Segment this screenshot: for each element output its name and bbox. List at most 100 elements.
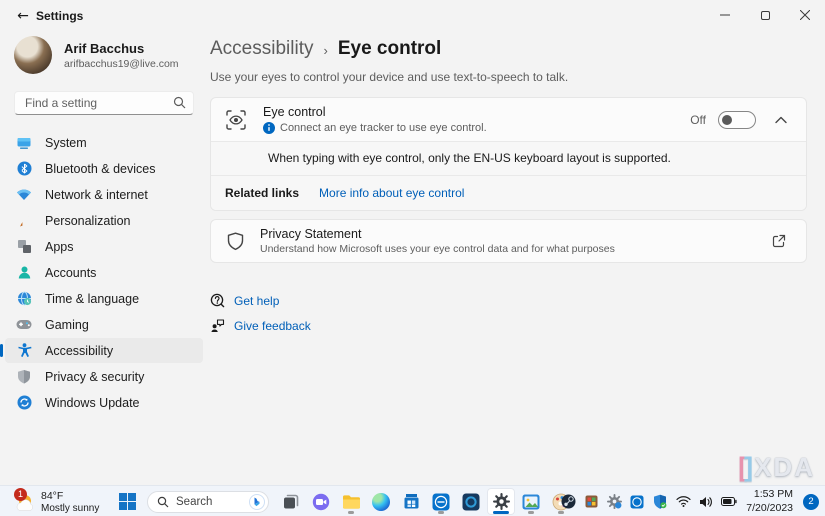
wifi-icon[interactable] <box>675 494 691 510</box>
sidebar-item-personalization[interactable]: Personalization <box>5 208 203 233</box>
get-help-link[interactable]: Get help <box>210 293 279 308</box>
keyboard-note: When typing with eye control, only the E… <box>211 141 806 175</box>
back-icon: ← <box>17 8 29 24</box>
sidebar-item-gaming[interactable]: Gaming <box>5 312 203 337</box>
chat-button[interactable] <box>307 488 335 515</box>
date: 7/20/2023 <box>746 502 793 515</box>
selected-indicator <box>0 344 3 357</box>
edge-button[interactable] <box>367 488 395 515</box>
microsoft-store-icon <box>403 493 420 510</box>
toggle-state-label: Off <box>690 113 706 127</box>
minimize-button[interactable] <box>705 0 745 30</box>
weather-icon: 1 <box>13 491 35 513</box>
sidebar-item-bluetooth[interactable]: Bluetooth & devices <box>5 156 203 181</box>
weather-condition: Mostly sunny <box>41 503 99 514</box>
maximize-button[interactable] <box>745 0 785 30</box>
dell-display-manager-icon <box>462 493 480 511</box>
screenshot-app-button[interactable] <box>517 488 545 515</box>
sidebar-item-network[interactable]: Network & internet <box>5 182 203 207</box>
edge-icon <box>372 493 390 511</box>
system-icon <box>16 135 32 151</box>
file-explorer-icon <box>342 494 361 510</box>
running-indicator <box>348 511 354 514</box>
sidebar-item-label: Accessibility <box>45 344 113 358</box>
task-view-button[interactable] <box>277 488 305 515</box>
sidebar-item-label: Personalization <box>45 214 130 228</box>
weather-widget[interactable]: 1 84°F Mostly sunny <box>7 488 105 515</box>
close-button[interactable] <box>785 0 825 30</box>
sidebar-item-label: Bluetooth & devices <box>45 162 156 176</box>
give-feedback-link[interactable]: Give feedback <box>210 318 311 333</box>
sidebar-item-label: Accounts <box>45 266 96 280</box>
search-input[interactable] <box>14 91 194 115</box>
eye-control-title: Eye control <box>263 105 487 119</box>
info-icon <box>263 122 275 134</box>
eye-control-icon <box>225 109 247 131</box>
time-language-icon <box>16 291 32 307</box>
main-content: Accessibility › Eye control Use your eye… <box>208 32 825 485</box>
dell-app-button[interactable] <box>427 488 455 515</box>
screenshot-app-icon <box>522 494 540 510</box>
microsoft-store-button[interactable] <box>397 488 425 515</box>
collapse-button[interactable] <box>768 107 794 133</box>
sidebar-item-privacy-security[interactable]: Privacy & security <box>5 364 203 389</box>
sidebar: Arif Bacchus arifbacchus19@live.com Syst… <box>0 32 208 485</box>
sidebar-item-label: Network & internet <box>45 188 148 202</box>
sidebar-item-apps[interactable]: Apps <box>5 234 203 259</box>
give-feedback-label: Give feedback <box>234 319 311 333</box>
eye-control-info: Connect an eye tracker to use eye contro… <box>280 122 487 134</box>
breadcrumb-separator: › <box>323 43 327 58</box>
related-links-row: Related links More info about eye contro… <box>211 175 806 210</box>
chat-icon <box>312 493 330 511</box>
apps-icon <box>16 239 32 255</box>
search-icon <box>173 96 186 109</box>
taskbar-search[interactable]: Search <box>147 491 269 513</box>
settings-gear-icon <box>493 493 510 510</box>
back-button[interactable]: ← <box>10 4 36 28</box>
bluetooth-icon <box>16 161 32 177</box>
sidebar-item-accounts[interactable]: Accounts <box>5 260 203 285</box>
toggle-knob <box>722 115 732 125</box>
eye-control-header: Eye control Connect an eye tracker to us… <box>211 98 806 141</box>
privacy-statement-card[interactable]: Privacy Statement Understand how Microso… <box>210 219 807 263</box>
breadcrumb: Accessibility › Eye control <box>210 38 807 60</box>
taskbar: 1 84°F Mostly sunny Search <box>0 485 825 516</box>
related-links-label: Related links <box>225 186 299 200</box>
volume-icon[interactable] <box>698 494 714 510</box>
sidebar-item-accessibility[interactable]: Accessibility <box>5 338 203 363</box>
start-button[interactable] <box>113 488 141 515</box>
file-explorer-button[interactable] <box>337 488 365 515</box>
sidebar-item-label: Apps <box>45 240 74 254</box>
user-profile[interactable]: Arif Bacchus arifbacchus19@live.com <box>14 36 194 74</box>
tray-gear-icon[interactable] <box>606 494 622 510</box>
weather-badge: 1 <box>14 488 27 501</box>
settings-app-button[interactable] <box>487 488 515 515</box>
weather-temp: 84°F <box>41 490 99 502</box>
tray-steam-icon[interactable] <box>560 494 576 510</box>
sidebar-item-system[interactable]: System <box>5 130 203 155</box>
windows-logo-icon <box>119 493 136 510</box>
tray-security-icon[interactable] <box>652 494 668 510</box>
clock[interactable]: 1:53 PM 7/20/2023 <box>744 488 795 514</box>
external-link-icon <box>772 234 786 248</box>
eye-control-toggle[interactable] <box>718 111 756 129</box>
tray-app-grid-icon[interactable] <box>583 494 599 510</box>
battery-icon[interactable] <box>721 494 737 510</box>
sidebar-nav: System Bluetooth & devices Network & int… <box>0 130 208 415</box>
external-link-button[interactable] <box>766 228 792 254</box>
notification-badge[interactable]: 2 <box>803 494 819 510</box>
sidebar-item-windows-update[interactable]: Windows Update <box>5 390 203 415</box>
sidebar-item-time-language[interactable]: Time & language <box>5 286 203 311</box>
close-icon <box>800 10 810 20</box>
more-info-link[interactable]: More info about eye control <box>319 186 464 200</box>
breadcrumb-accessibility[interactable]: Accessibility <box>210 38 313 60</box>
page-title: Eye control <box>338 38 441 60</box>
running-indicator <box>528 511 534 514</box>
sidebar-item-label: System <box>45 136 87 150</box>
tray-dell-icon[interactable] <box>629 494 645 510</box>
running-indicator <box>438 511 444 514</box>
dell-display-manager-button[interactable] <box>457 488 485 515</box>
windows-update-icon <box>16 395 32 411</box>
user-email: arifbacchus19@live.com <box>64 58 179 70</box>
personalization-icon <box>16 213 32 229</box>
